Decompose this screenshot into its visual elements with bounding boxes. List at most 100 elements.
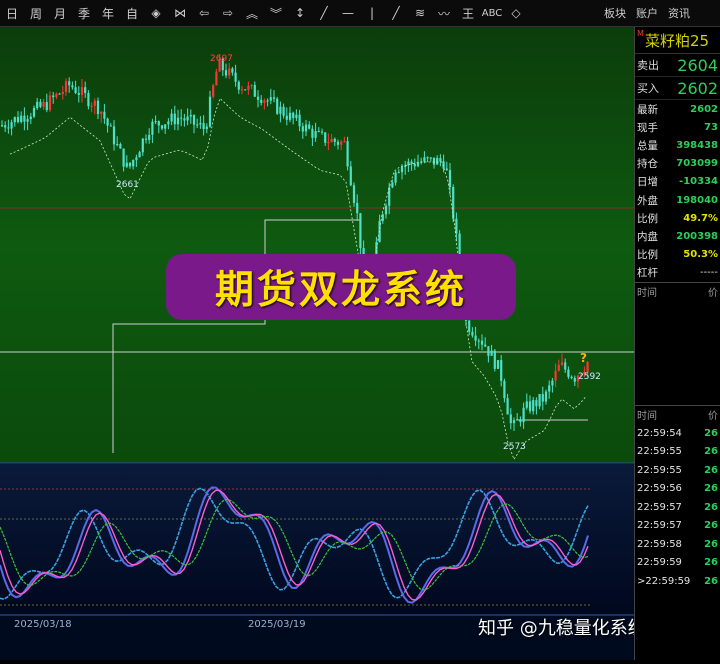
candle-body [311,128,314,138]
candle-body [551,380,554,386]
candle-body [45,101,48,111]
stat-row: 最新 2602 [635,100,720,118]
week-period-button[interactable]: 周 [24,0,48,26]
candle-body [167,121,170,125]
tick-list: 22:59:54 26 22:59:55 26 22:59:55 26 22:59:56 26… [635,424,720,591]
zoom-out-icon[interactable]: ⋈ [168,0,192,26]
stat-row: 杠杆 ----- [635,264,720,282]
chevron-down-icon[interactable]: ︾ [264,0,288,26]
arrow-left-icon[interactable]: ⇦ [192,0,216,26]
chart-area[interactable]: 2697 2661 2592 2573? 2025/03/18 2025/03/19 [0,27,634,660]
stat-value: 398438 [676,139,718,151]
candle-body [58,93,61,95]
zoom-in-icon[interactable]: ◈ [144,0,168,26]
stat-label: 外盘 [637,194,658,207]
quote-panel: M 菜籽粕25 卖出 2604 买入 2602 最新 2602 现手 73 总量 3984… [634,27,720,660]
candle-body [330,138,333,143]
tick-price: 26 [704,538,718,550]
eraser-icon[interactable]: ◇ [504,0,528,26]
candle-body [42,101,45,107]
price-label: 2573 [503,442,526,452]
candle-body [496,360,500,369]
custom-period-button[interactable]: 自 [120,0,144,26]
toolbar-link-2[interactable]: 资讯 [668,5,690,21]
candle-body [477,340,480,342]
candle-body [448,170,452,187]
ray-tool-icon[interactable]: ╱ [384,0,408,26]
candle-body [100,111,103,114]
candle-body [356,202,359,214]
tick-price: 26 [704,575,718,587]
candle-body [157,121,160,126]
tick-row[interactable]: 22:59:58 26 [635,535,720,554]
tick-row[interactable]: 22:59:57 26 [635,516,720,535]
tick-time-header: 时间 [637,411,657,423]
season-period-button[interactable]: 季 [72,0,96,26]
toolbar-link-0[interactable]: 板块 [604,5,626,21]
chevron-up-icon[interactable]: ︽ [240,0,264,26]
candle-body [317,131,320,133]
candle-body [231,68,234,73]
candle-body [560,362,564,365]
candle-body [112,126,116,145]
sell-row[interactable]: 卖出 2604 [635,54,720,77]
candle-body [0,125,4,127]
year-period-button[interactable]: 年 [96,0,120,26]
wave-tool-icon[interactable]: 〰 [432,0,456,26]
tick-row[interactable]: 22:59:59 26 [635,553,720,572]
tick-price: 26 [704,483,718,495]
candle-body [397,172,400,174]
candle-body [336,141,340,145]
toolbar-link-1[interactable]: 账户 [636,5,658,21]
text-tool-icon[interactable]: ABC [480,0,504,26]
tick-row[interactable]: 22:59:55 26 [635,461,720,480]
candle-body [535,400,538,407]
buy-row[interactable]: 买入 2602 [635,77,720,100]
candle-body [125,162,128,167]
title-banner: 期货双龙系统 [166,254,516,320]
candle-body [87,92,90,107]
candle-body [196,124,199,126]
stat-value: ----- [699,267,718,279]
tick-row[interactable]: 22:59:56 26 [635,479,720,498]
candle-body [519,419,522,423]
arrow-right-icon[interactable]: ⇨ [216,0,240,26]
price-label: 2697 [210,54,233,64]
date-label: 2025/03/18 [14,619,72,630]
candle-body [116,143,119,145]
candle-body [93,100,96,106]
candle-body [29,116,32,120]
tick-time: 22:59:57 [637,520,682,532]
candle-body [208,96,212,127]
candle-body [106,118,109,126]
candle-body [84,87,87,93]
day-period-button[interactable]: 日 [0,0,24,26]
candle-body [128,162,132,167]
channel-tool-icon[interactable]: ≋ [408,0,432,26]
fib-tool-icon[interactable]: 王 [456,0,480,26]
stats-list: 最新 2602 现手 73 总量 398438 持仓 703099 日增 -10334 外盘 1980… [635,100,720,282]
candle-body [503,380,506,399]
candle-body [32,107,36,117]
candle-body [429,157,432,159]
crosshair-icon[interactable]: ↕ [288,0,312,26]
line-tool-icon[interactable]: ╱ [312,0,336,26]
stat-row: 比例 49.7% [635,209,720,227]
month-period-button[interactable]: 月 [48,0,72,26]
candle-body [272,97,276,99]
candle-body [445,168,448,171]
candle-body [394,172,397,183]
tick-row[interactable]: 22:59:55 26 [635,442,720,461]
tick-row[interactable]: >22:59:59 26 [635,572,720,591]
candle-body [215,71,218,86]
stat-row: 持仓 703099 [635,155,720,173]
symbol-title[interactable]: M 菜籽粕25 [635,27,720,54]
tick-row[interactable]: 22:59:54 26 [635,424,720,443]
vline-tool-icon[interactable]: | [360,0,384,26]
candle-body [170,113,173,122]
hline-tool-icon[interactable]: — [336,0,360,26]
candle-body [314,131,317,138]
stat-label: 现手 [637,121,658,134]
tick-row[interactable]: 22:59:57 26 [635,498,720,517]
price-chart[interactable]: 2697 2661 2592 2573? 2025/03/18 2025/03/19 [0,27,634,660]
